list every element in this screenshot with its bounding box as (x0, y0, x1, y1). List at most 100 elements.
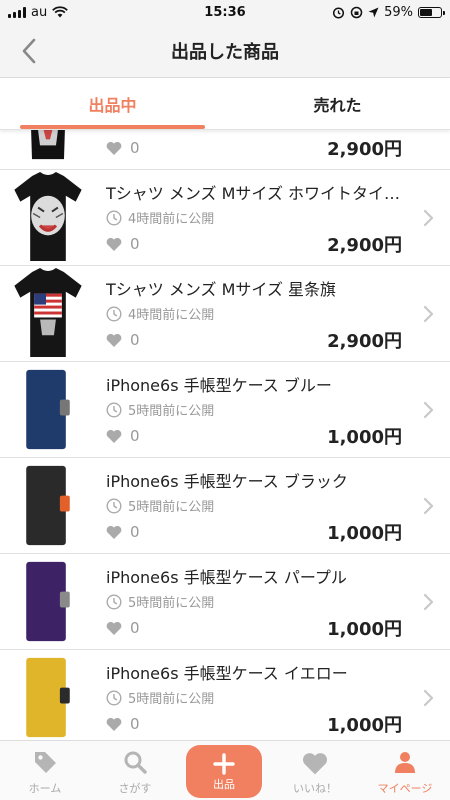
tab-likes-label: いいね！ (293, 782, 337, 795)
item-title: Tシャツ メンズ Mサイズ 星条旗 (106, 280, 337, 299)
navigation-bar: 出品した商品 (0, 24, 450, 78)
clock-icon (106, 497, 122, 514)
heart-icon (303, 753, 327, 775)
battery-percent: 59% (384, 4, 413, 20)
like-count-value: 0 (130, 331, 140, 349)
item-list: 0 2,900円 Tシャツ メンズ Mサイズ ホワイトタイガー 4時間前に公開 (0, 130, 450, 740)
publish-time-text: 5時間前に公開 (128, 596, 215, 611)
sell-button-label: 出品 (213, 777, 235, 791)
item-price: 2,900円 (327, 331, 402, 352)
list-item[interactable]: Tシャツ メンズ Mサイズ 星条旗 4時間前に公開 0 2,900円 (0, 266, 450, 362)
wifi-icon (52, 6, 69, 18)
like-count: 0 (106, 331, 140, 349)
item-title: iPhone6s 手帳型ケース イエロー (106, 664, 348, 683)
list-item[interactable]: iPhone6s 手帳型ケース パープル 5時間前に公開 0 1,000円 (0, 554, 450, 650)
chevron-right-icon (423, 689, 434, 706)
tshirt-flag-icon (0, 266, 96, 361)
list-item[interactable]: Tシャツ メンズ Mサイズ ホワイトタイガー 4時間前に公開 0 2,900円 (0, 170, 450, 266)
item-title: iPhone6s 手帳型ケース ブラック (106, 472, 348, 491)
clock-icon (106, 209, 122, 226)
clock-icon (106, 593, 122, 610)
battery-icon (418, 6, 445, 18)
publish-time-text: 5時間前に公開 (128, 500, 215, 515)
status-left: au (8, 4, 69, 20)
publish-time-text: 5時間前に公開 (128, 692, 215, 707)
item-price: 1,000円 (327, 523, 402, 544)
phone-case-icon (0, 458, 96, 553)
sell-button[interactable]: 出品 (186, 745, 262, 798)
item-title: iPhone6s 手帳型ケース パープル (106, 568, 347, 587)
tab-search-label: さがす (118, 782, 152, 795)
clock-icon (106, 305, 122, 322)
item-title: Tシャツ メンズ Mサイズ ホワイトタイガー (106, 184, 406, 203)
search-icon (124, 751, 147, 774)
like-count: 0 (106, 427, 140, 445)
list-item[interactable]: iPhone6s 手帳型ケース ブラック 5時間前に公開 0 1,000円 (0, 458, 450, 554)
item-price: 2,900円 (327, 139, 402, 160)
phone-case-icon (0, 650, 96, 740)
plus-icon (213, 752, 235, 775)
heart-icon (106, 525, 122, 539)
location-icon (368, 7, 379, 17)
publish-time: 5時間前に公開 (106, 592, 214, 611)
tab-mypage-label: マイページ (377, 782, 433, 795)
chevron-right-icon (423, 401, 434, 418)
publish-time: 4時間前に公開 (106, 208, 214, 227)
chevron-right-icon (423, 593, 434, 610)
heart-icon (106, 141, 122, 155)
like-count-value: 0 (130, 139, 140, 157)
tab-sold[interactable]: 売れた (225, 78, 450, 129)
phone-case-icon (0, 554, 96, 649)
tshirt-tiger-icon (0, 130, 96, 169)
tab-likes[interactable]: いいね！ (270, 741, 360, 800)
carrier-label: au (31, 4, 48, 20)
tab-home[interactable]: ホーム (0, 741, 90, 800)
publish-time-text: 5時間前に公開 (128, 404, 215, 419)
like-count: 0 (106, 235, 140, 253)
tab-mypage[interactable]: マイページ (360, 741, 450, 800)
like-count: 0 (106, 523, 140, 541)
tshirt-tiger-icon (0, 170, 96, 265)
person-icon (395, 752, 415, 773)
list-item[interactable]: 0 2,900円 (0, 130, 450, 170)
chevron-right-icon (423, 209, 434, 226)
chevron-right-icon (423, 305, 434, 322)
chevron-right-icon (423, 497, 434, 514)
tab-bar: 出品中 売れた (0, 78, 450, 130)
heart-icon (106, 237, 122, 251)
item-title: iPhone6s 手帳型ケース ブルー (106, 376, 332, 395)
rotation-lock-icon (350, 6, 363, 18)
signal-icon (8, 6, 26, 18)
like-count-value: 0 (130, 427, 140, 445)
like-count: 0 (106, 619, 140, 637)
item-price: 1,000円 (327, 715, 402, 736)
clock-icon (106, 401, 122, 418)
page-title: 出品した商品 (171, 41, 279, 63)
publish-time: 5時間前に公開 (106, 400, 214, 419)
tag-icon (35, 752, 56, 773)
clock-icon (106, 689, 122, 706)
list-item[interactable]: iPhone6s 手帳型ケース イエロー 5時間前に公開 0 1,000円 (0, 650, 450, 740)
like-count-value: 0 (130, 619, 140, 637)
status-right: 59% (332, 4, 445, 20)
publish-time: 4時間前に公開 (106, 304, 214, 323)
list-item[interactable]: iPhone6s 手帳型ケース ブルー 5時間前に公開 0 1,000円 (0, 362, 450, 458)
alarm-icon (333, 6, 345, 19)
publish-time-text: 4時間前に公開 (128, 212, 215, 227)
like-count-value: 0 (130, 235, 140, 253)
phone-case-icon (0, 362, 96, 457)
publish-time: 5時間前に公開 (106, 688, 214, 707)
like-count-value: 0 (130, 523, 140, 541)
tab-search[interactable]: さがす (90, 741, 180, 800)
heart-icon (106, 333, 122, 347)
back-button[interactable] (14, 34, 44, 68)
heart-icon (106, 717, 122, 731)
tab-on-sale[interactable]: 出品中 (0, 78, 225, 129)
heart-icon (106, 429, 122, 443)
tab-home-label: ホーム (28, 782, 62, 795)
like-count: 0 (106, 715, 140, 733)
like-count: 0 (106, 139, 140, 157)
publish-time: 5時間前に公開 (106, 496, 214, 515)
item-price: 1,000円 (327, 427, 402, 448)
status-bar: au 15:36 59% (0, 0, 450, 24)
